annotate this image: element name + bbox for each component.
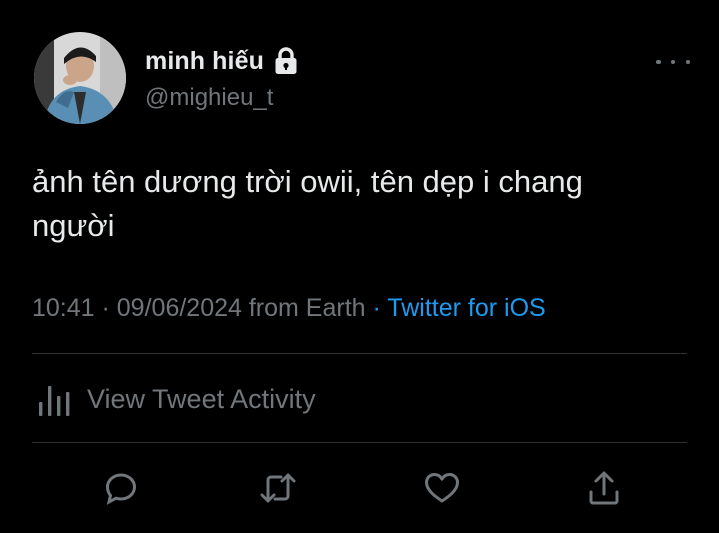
more-dot	[670, 59, 676, 65]
tweet-metadata: 10:41 · 09/06/2024 from Earth · Twitter …	[32, 294, 546, 323]
more-options-icon[interactable]	[656, 52, 690, 72]
retweet-button[interactable]	[254, 466, 302, 514]
reply-icon	[104, 471, 138, 510]
share-button[interactable]	[580, 466, 628, 514]
more-dot	[685, 59, 690, 65]
view-tweet-activity-button[interactable]: View Tweet Activity	[37, 380, 316, 418]
tweet-detail: minh hiếu @mighieu_t ảnh tên dương trời …	[0, 0, 719, 533]
tweet-action-bar	[0, 466, 719, 516]
avatar[interactable]	[34, 32, 126, 124]
author-handle[interactable]: @mighieu_t	[145, 84, 273, 112]
tweet-location: from Earth	[241, 294, 366, 322]
tweet-date[interactable]: 09/06/2024	[117, 294, 242, 322]
author-display-name[interactable]: minh hiếu	[145, 47, 264, 76]
more-dot	[656, 59, 661, 65]
divider	[32, 353, 687, 354]
tweet-text-line: người	[32, 208, 115, 243]
share-icon	[587, 470, 621, 511]
reply-button[interactable]	[97, 466, 145, 514]
view-tweet-activity-label: View Tweet Activity	[87, 383, 316, 414]
tweet-source-link[interactable]: Twitter for iOS	[387, 294, 545, 322]
tweet-time[interactable]: 10:41	[32, 294, 95, 322]
meta-separator: ·	[94, 294, 117, 322]
tweet-text-line: ảnh tên dương trời owii, tên dẹp i chang	[32, 164, 583, 199]
heart-icon	[423, 471, 461, 510]
divider	[32, 442, 687, 443]
author-name-row: minh hiếu	[145, 44, 298, 78]
retweet-icon	[259, 471, 297, 510]
like-button[interactable]	[418, 466, 466, 514]
meta-separator: ·	[365, 294, 388, 322]
analytics-bars-icon	[37, 380, 73, 418]
tweet-text: ảnh tên dương trời owii, tên dẹp i chang…	[32, 160, 682, 248]
lock-icon	[274, 47, 298, 75]
